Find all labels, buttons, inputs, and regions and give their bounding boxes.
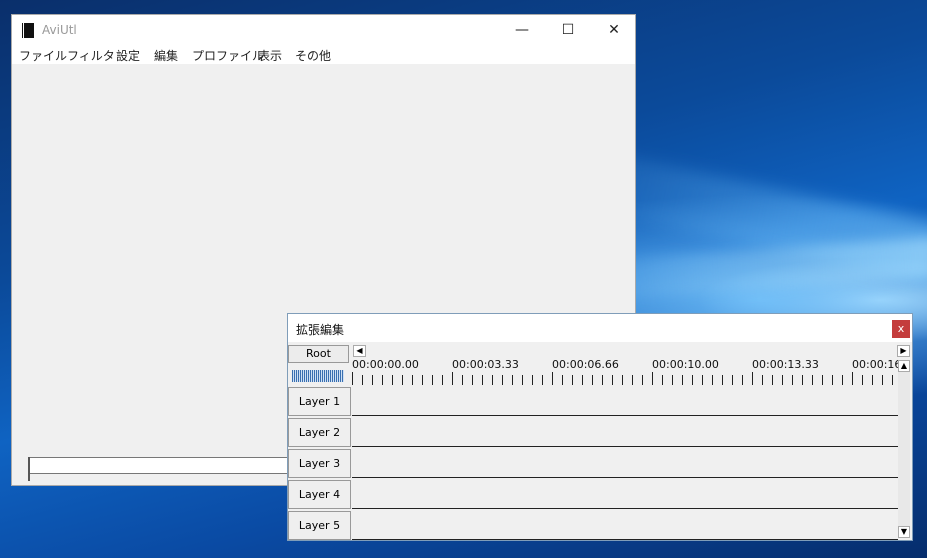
layer-track[interactable] (352, 479, 898, 509)
close-button[interactable]: ✕ (591, 15, 637, 46)
zoom-meter[interactable] (292, 370, 344, 382)
timeline-title-bar[interactable]: 拡張編集 x (288, 314, 912, 342)
aviutl-app-icon (21, 23, 34, 38)
menu-bar: ファイル フィルタ 設定 編集 プロファイル 表示 その他 (12, 46, 635, 64)
menu-view[interactable]: 表示 (258, 47, 282, 64)
menu-other[interactable]: その他 (295, 47, 331, 64)
menu-edit[interactable]: 編集 (154, 47, 178, 64)
time-mark: 00:00:16 (852, 358, 902, 371)
seek-bar[interactable] (29, 457, 329, 474)
menu-profile[interactable]: プロファイル (192, 47, 264, 64)
close-icon: ✕ (608, 22, 620, 38)
timeline-title: 拡張編集 (296, 323, 345, 337)
seek-bar-handle[interactable] (28, 457, 30, 481)
minimize-button[interactable]: — (499, 15, 545, 46)
timeline-close-button[interactable]: x (892, 320, 910, 338)
time-mark: 00:00:03.33 (452, 358, 519, 371)
layer-button[interactable]: Layer 3 (288, 449, 351, 478)
ruler-major-tick (452, 372, 453, 385)
layer-track[interactable] (352, 386, 898, 416)
close-icon: x (897, 322, 905, 335)
ruler-major-tick (752, 372, 753, 385)
minimize-icon: — (515, 22, 529, 38)
layer-button[interactable]: Layer 5 (288, 511, 351, 540)
layer-track[interactable] (352, 417, 898, 447)
ruler-major-tick (352, 372, 353, 385)
arrow-right-icon: ▶ (900, 346, 907, 355)
scroll-up-button[interactable]: ▲ (898, 360, 910, 372)
scroll-right-button[interactable]: ▶ (897, 345, 910, 357)
ruler-major-tick (552, 372, 553, 385)
layer-track[interactable] (352, 448, 898, 478)
time-mark: 00:00:06.66 (552, 358, 619, 371)
vertical-scrollbar[interactable]: ▲ ▼ (898, 360, 910, 538)
layer-button[interactable]: Layer 1 (288, 387, 351, 416)
ruler-major-tick (652, 372, 653, 385)
menu-filter[interactable]: フィルタ (67, 47, 115, 64)
arrow-up-icon: ▲ (900, 361, 908, 370)
layer-track[interactable] (352, 510, 898, 540)
layer-button[interactable]: Layer 2 (288, 418, 351, 447)
menu-settings[interactable]: 設定 (116, 47, 140, 64)
layer-button[interactable]: Layer 4 (288, 480, 351, 509)
title-bar[interactable]: AviUtl — ☐ ✕ (12, 15, 635, 46)
extended-edit-window: 拡張編集 x Root ◀ ▶ 00:00:00.00 00:00:03.33 … (287, 313, 913, 541)
window-title: AviUtl (42, 23, 77, 37)
time-mark: 00:00:00.00 (352, 358, 419, 371)
maximize-icon: ☐ (561, 22, 575, 38)
root-button[interactable]: Root (288, 345, 349, 363)
menu-file[interactable]: ファイル (19, 47, 67, 64)
ruler-major-tick (852, 372, 853, 385)
time-mark: 00:00:13.33 (752, 358, 819, 371)
time-mark: 00:00:10.00 (652, 358, 719, 371)
maximize-button[interactable]: ☐ (545, 15, 591, 46)
arrow-down-icon: ▼ (900, 527, 908, 536)
ruler-ticks (352, 375, 898, 385)
scroll-down-button[interactable]: ▼ (898, 526, 910, 538)
